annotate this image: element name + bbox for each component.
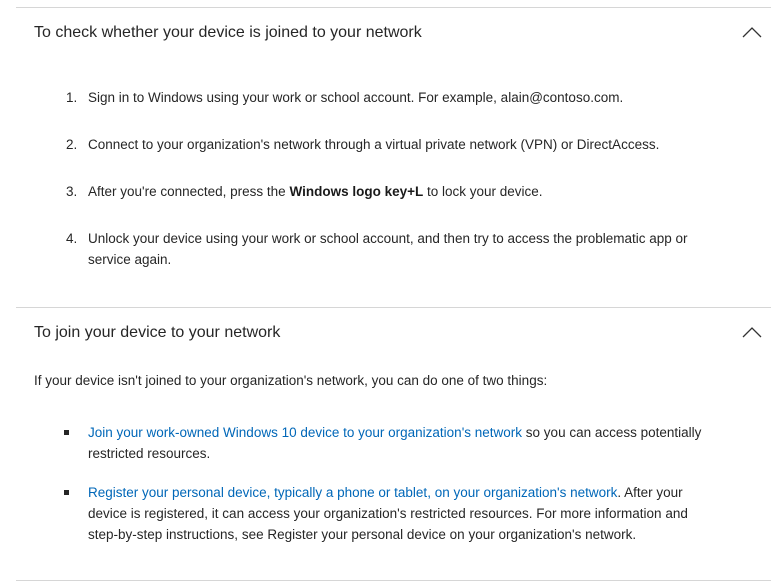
section-title: To join your device to your network (34, 324, 281, 341)
step-number: 2. (66, 137, 78, 152)
join-device-link[interactable]: Join your work-owned Windows 10 device t… (88, 425, 522, 440)
bullet-text: Join your work-owned Windows 10 device t… (88, 422, 713, 464)
chevron-up-icon[interactable] (741, 324, 763, 340)
section-header-join-device[interactable]: To join your device to your network (16, 308, 771, 358)
bullet-icon (64, 490, 69, 495)
bullet-text: Register your personal device, typically… (88, 482, 713, 545)
step-text: Sign in to Windows using your work or sc… (88, 90, 624, 105)
keyboard-shortcut: Windows logo key+L (289, 184, 424, 199)
step-text: After you're connected, press the Window… (88, 181, 708, 202)
step-number: 3. (66, 184, 78, 199)
step-text-before: After you're connected, press the (88, 184, 290, 199)
step-text: Connect to your organization's network t… (88, 137, 660, 152)
section-header-check-joined[interactable]: To check whether your device is joined t… (16, 8, 771, 58)
register-device-link[interactable]: Register your personal device, typically… (88, 485, 617, 500)
section-divider-bottom (16, 580, 771, 581)
chevron-up-icon[interactable] (741, 24, 763, 40)
step-text-after: to lock your device. (423, 184, 543, 199)
step-number: 1. (66, 90, 78, 105)
bullet-icon (64, 430, 69, 435)
step-text: Unlock your device using your work or sc… (88, 231, 688, 267)
section-title: To check whether your device is joined t… (34, 24, 422, 41)
section-intro: If your device isn't joined to your orga… (34, 373, 548, 388)
step-number: 4. (66, 231, 78, 246)
